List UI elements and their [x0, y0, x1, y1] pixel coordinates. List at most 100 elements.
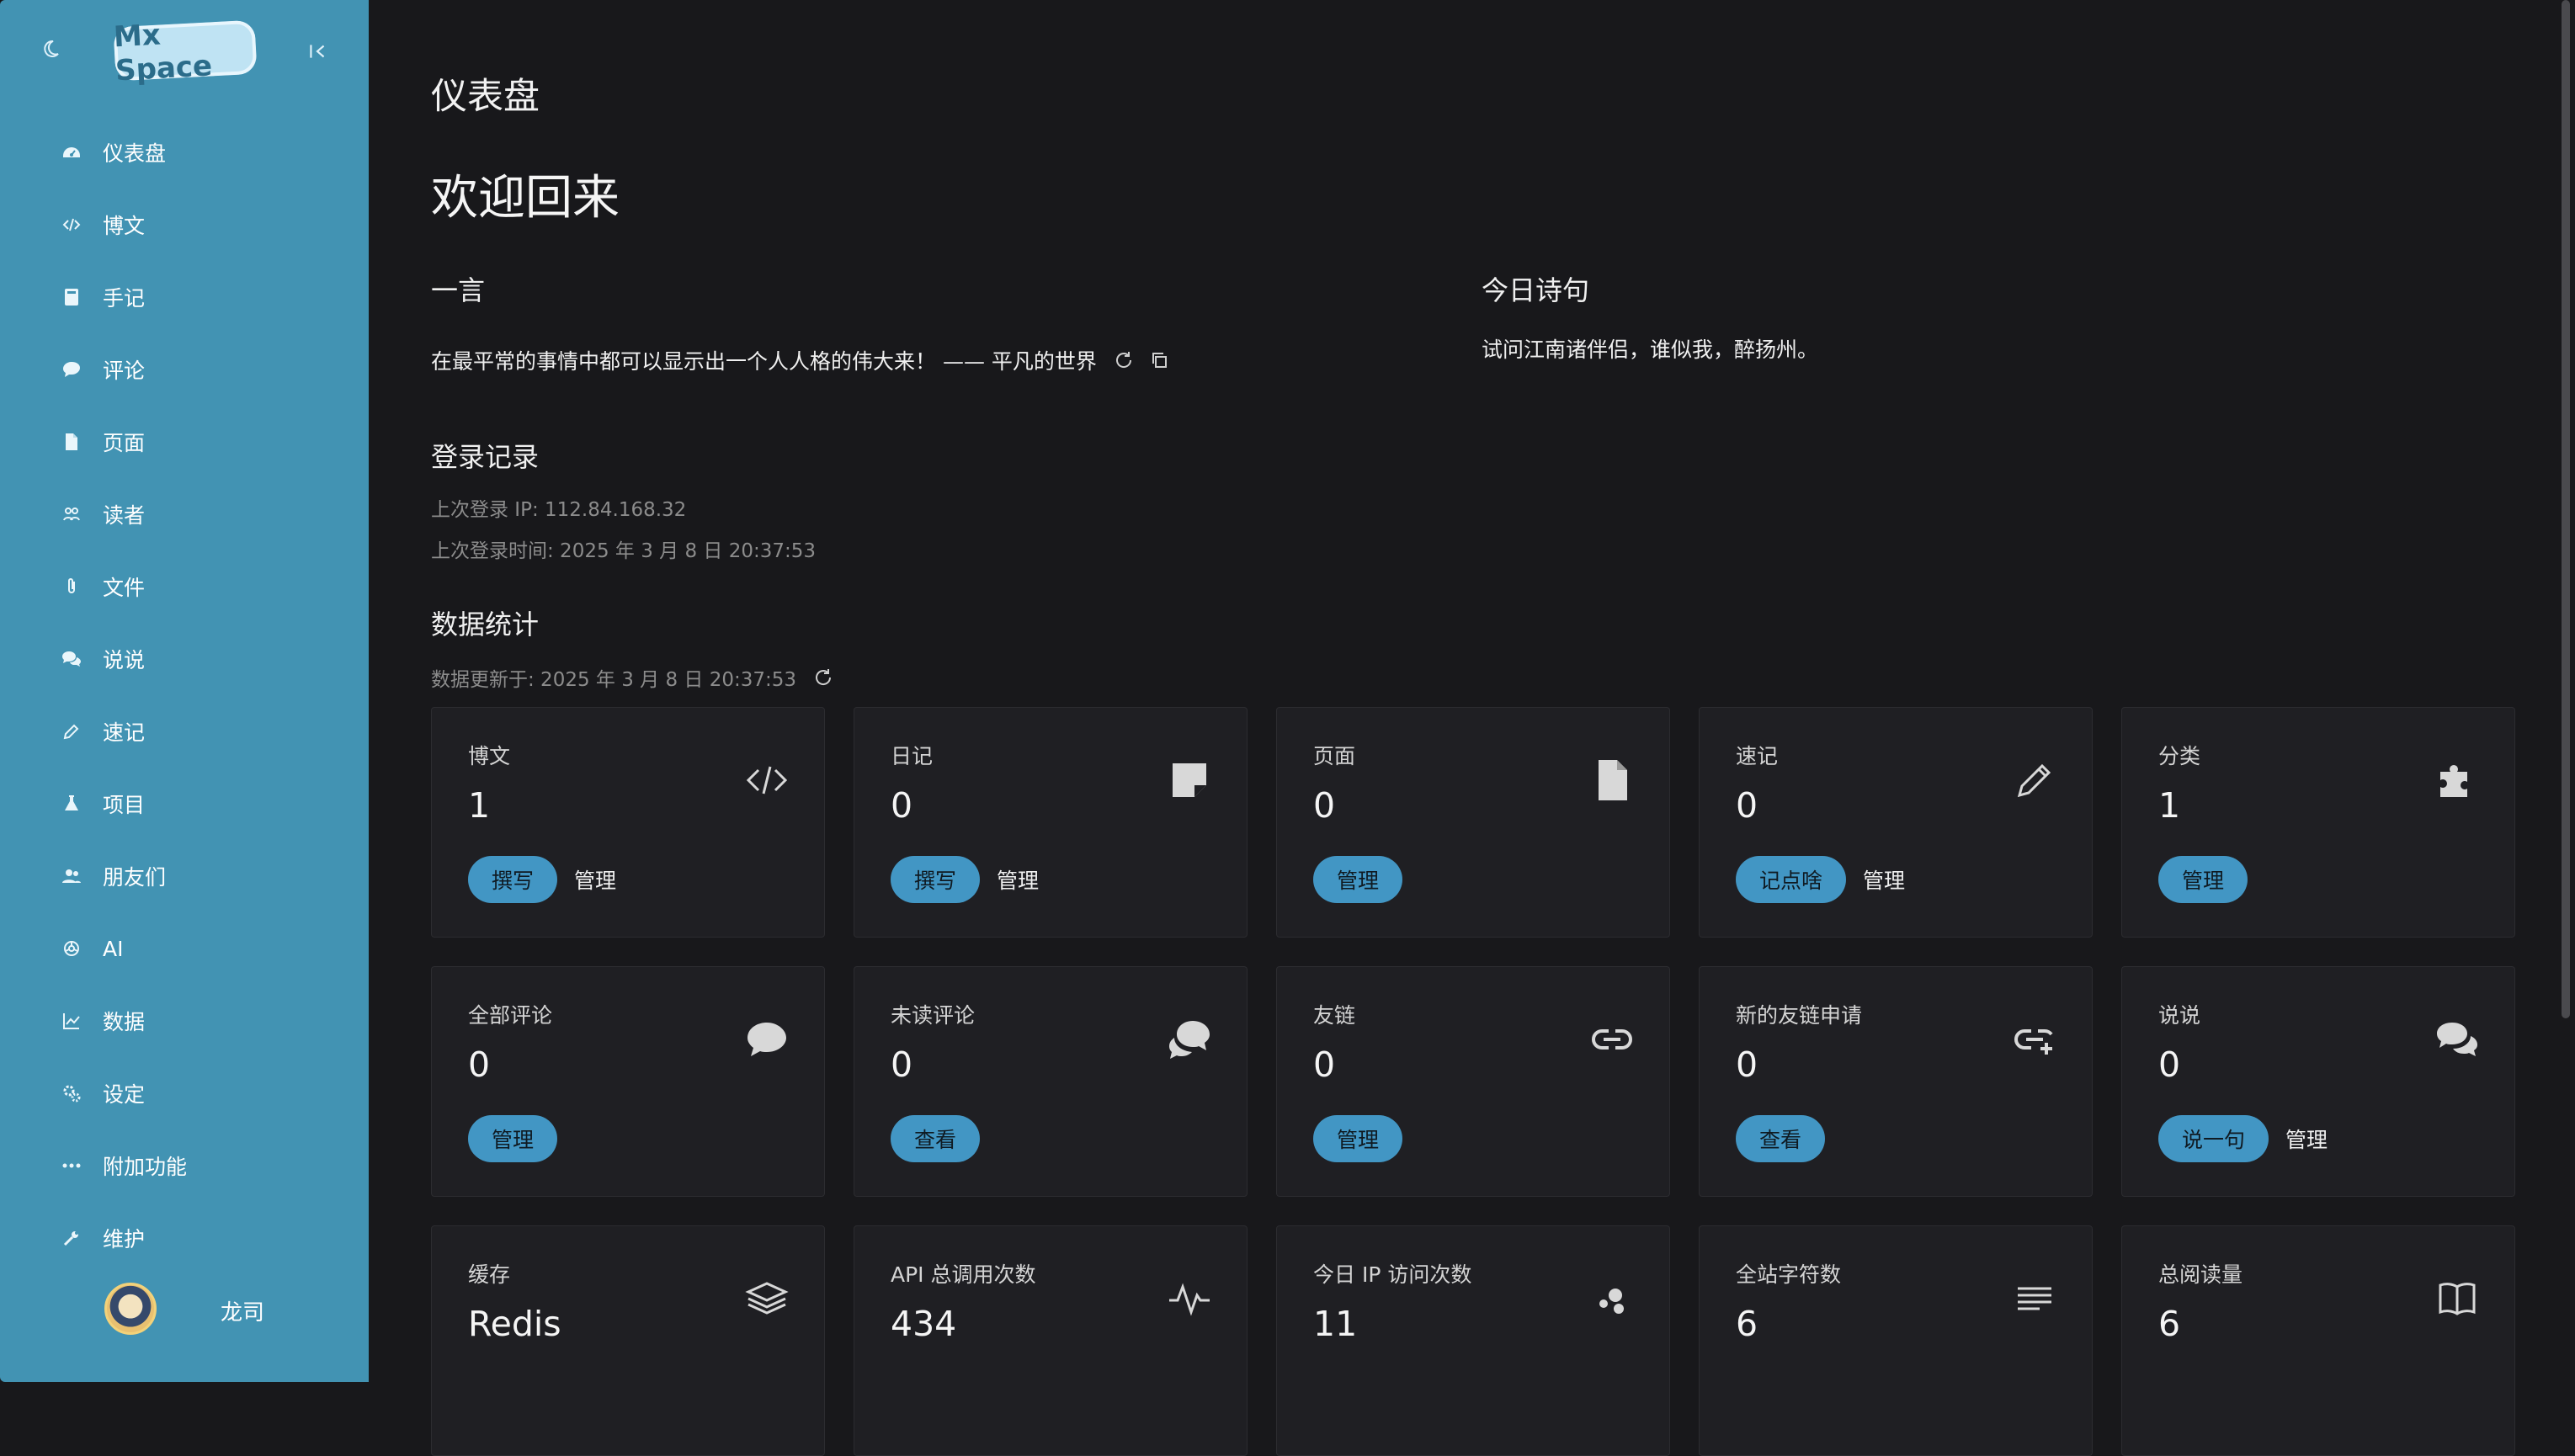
manage-recently-button[interactable]: 管理 — [1863, 864, 1905, 895]
last-login-time: 上次登录时间: 2025 年 3 月 8 日 20:37:53 — [431, 540, 817, 562]
stat-value: 6 — [1736, 1304, 1758, 1344]
sidebar-item-readers[interactable]: 读者 — [0, 478, 369, 550]
stat-card-link-requests: 新的友链申请 0 查看 — [1699, 966, 2093, 1197]
scrollbar[interactable] — [2562, 0, 2570, 1018]
sidebar-item-says[interactable]: 说说 — [0, 623, 369, 695]
sidebar-item-extra[interactable]: 附加功能 — [0, 1129, 369, 1202]
stat-label: 总阅读量 — [2158, 1262, 2243, 1287]
sidebar-header: Mx Space — [0, 0, 369, 99]
sidebar-item-label: 页面 — [103, 431, 146, 455]
sidebar-item-dashboard[interactable]: 仪表盘 — [0, 116, 369, 189]
sidebar-item-label: 朋友们 — [103, 865, 167, 890]
write-recently-button[interactable]: 记点啥 — [1736, 856, 1847, 903]
stat-card-characters: 全站字符数 6 — [1699, 1225, 2093, 1456]
last-login-ip: 上次登录 IP: 112.84.168.32 — [431, 499, 687, 521]
hitokoto: 在最平常的事情中都可以显示出一个人人格的伟大来！ —— 平凡的世界 — [431, 345, 1169, 375]
main-content: 仪表盘 欢迎回来 一言 在最平常的事情中都可以显示出一个人人格的伟大来！ —— … — [369, 0, 2575, 1456]
stat-card-all-comments: 全部评论 0 管理 — [431, 966, 825, 1197]
comment-icon — [747, 1023, 786, 1056]
sidebar-item-label: 文件 — [103, 576, 146, 600]
stat-label: 说说 — [2158, 1003, 2201, 1028]
stat-card-notes: 日记 0 撰写 管理 — [854, 707, 1248, 938]
sidebar-item-projects[interactable]: 项目 — [0, 768, 369, 840]
stat-value: 434 — [891, 1304, 957, 1344]
sidebar-item-friends[interactable]: 朋友们 — [0, 840, 369, 912]
bubbles-icon — [1599, 1289, 1624, 1314]
pulse-icon — [1169, 1283, 1210, 1316]
sidebar-nav: 仪表盘 博文 手记 评论 页面 读者 文件 说说 速记 项目 朋友们 AI 数据… — [0, 116, 369, 1274]
stat-card-posts: 博文 1 撰写 管理 — [431, 707, 825, 938]
stat-label: 新的友链申请 — [1736, 1003, 1863, 1028]
sidebar-item-label: 评论 — [103, 359, 146, 383]
manage-pages-button[interactable]: 管理 — [1313, 856, 1403, 903]
layers-icon — [745, 1282, 789, 1315]
stat-value: 0 — [891, 785, 913, 826]
collapse-sidebar-icon[interactable] — [306, 40, 328, 62]
stat-label: 全部评论 — [468, 1003, 553, 1028]
sidebar-item-label: 数据 — [103, 1010, 146, 1034]
say-something-button[interactable]: 说一句 — [2158, 1115, 2269, 1162]
write-post-button[interactable]: 撰写 — [468, 856, 558, 903]
stat-actions: 管理 — [1313, 856, 1403, 903]
manage-posts-button[interactable]: 管理 — [574, 864, 616, 895]
stat-label: 缓存 — [468, 1262, 511, 1287]
file-icon — [1599, 760, 1627, 800]
stat-card-categories: 分类 1 管理 — [2121, 707, 2515, 938]
refresh-icon[interactable] — [813, 667, 833, 688]
stat-value: Redis — [468, 1304, 561, 1344]
sidebar: Mx Space 仪表盘 博文 手记 评论 页面 读者 文件 说说 速记 项目 … — [0, 0, 369, 1382]
sidebar-item-settings[interactable]: 设定 — [0, 1057, 369, 1129]
sidebar-item-notes[interactable]: 手记 — [0, 261, 369, 333]
sidebar-item-label: 附加功能 — [103, 1155, 188, 1179]
pencil-icon — [2017, 763, 2051, 798]
sidebar-item-files[interactable]: 文件 — [0, 550, 369, 623]
chat-bubbles-icon — [61, 649, 82, 669]
sidebar-item-pages[interactable]: 页面 — [0, 406, 369, 478]
stat-card-links: 友链 0 管理 — [1276, 966, 1670, 1197]
stat-value: 0 — [1313, 785, 1336, 826]
stat-actions: 撰写 管理 — [468, 856, 616, 903]
stat-value: 0 — [2158, 1044, 2181, 1085]
sidebar-item-comments[interactable]: 评论 — [0, 333, 369, 406]
sidebar-item-label: 手记 — [103, 286, 146, 311]
stat-label: 日记 — [891, 744, 934, 768]
comment-icon — [61, 359, 82, 380]
sidebar-item-analyze[interactable]: 数据 — [0, 985, 369, 1057]
paperclip-icon — [61, 577, 82, 597]
stat-actions: 管理 — [2158, 856, 2248, 903]
more-icon — [61, 1156, 82, 1176]
text-lines-icon — [2018, 1287, 2051, 1310]
sidebar-item-label: 读者 — [103, 503, 146, 528]
sidebar-item-maintain[interactable]: 维护 — [0, 1202, 369, 1274]
copy-icon[interactable] — [1149, 350, 1169, 370]
stat-value: 0 — [1736, 1044, 1758, 1085]
sidebar-item-recently[interactable]: 速记 — [0, 695, 369, 768]
code-icon — [746, 766, 788, 794]
stat-label: 速记 — [1736, 744, 1779, 768]
welcome-heading: 欢迎回来 — [431, 171, 620, 226]
stat-actions: 管理 — [468, 1115, 558, 1162]
manage-notes-button[interactable]: 管理 — [997, 864, 1039, 895]
sidebar-item-ai[interactable]: AI — [0, 912, 369, 985]
write-note-button[interactable]: 撰写 — [891, 856, 981, 903]
moon-icon[interactable] — [40, 39, 61, 59]
refresh-icon[interactable] — [1114, 350, 1134, 370]
stat-label: 全站字符数 — [1736, 1262, 1842, 1287]
manage-links-button[interactable]: 管理 — [1313, 1115, 1403, 1162]
view-link-requests-button[interactable]: 查看 — [1736, 1115, 1826, 1162]
sidebar-item-posts[interactable]: 博文 — [0, 189, 369, 261]
manage-categories-button[interactable]: 管理 — [2158, 856, 2248, 903]
view-unread-button[interactable]: 查看 — [891, 1115, 981, 1162]
sidebar-item-label: 速记 — [103, 720, 146, 745]
stat-actions: 说一句 管理 — [2158, 1115, 2328, 1162]
poem-title: 今日诗句 — [1482, 274, 1590, 306]
user-profile[interactable]: 龙司 — [0, 1279, 369, 1338]
code-icon — [61, 215, 82, 235]
wrench-icon — [61, 1228, 82, 1248]
manage-says-button[interactable]: 管理 — [2285, 1124, 2328, 1154]
sidebar-item-label: 博文 — [103, 214, 146, 238]
sidebar-item-label: 仪表盘 — [103, 141, 167, 166]
stat-value: 0 — [1736, 785, 1758, 826]
manage-comments-button[interactable]: 管理 — [468, 1115, 558, 1162]
open-book-icon — [2439, 1283, 2476, 1315]
